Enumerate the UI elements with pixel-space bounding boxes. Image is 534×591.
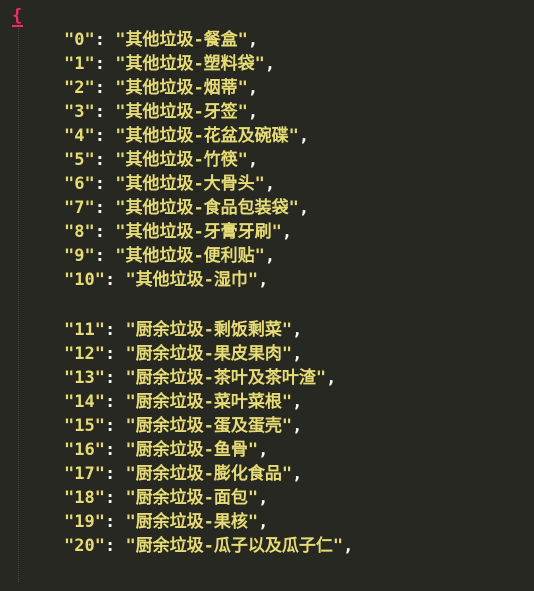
code-line: "20": "厨余垃圾-瓜子以及瓜子仁", (64, 536, 354, 556)
json-value: "其他垃圾-餐盒" (115, 30, 248, 50)
code-line: "4": "其他垃圾-花盆及碗碟", (64, 126, 310, 146)
json-key: "3" (64, 102, 95, 122)
json-key: "1" (64, 54, 95, 74)
json-value: "其他垃圾-塑料袋" (115, 54, 265, 74)
json-key: "9" (64, 246, 95, 266)
json-key: "10" (64, 270, 105, 290)
json-key: "6" (64, 174, 95, 194)
json-key: "2" (64, 78, 95, 98)
code-line: "10": "其他垃圾-湿巾", (64, 270, 269, 290)
json-value: "厨余垃圾-面包" (125, 488, 259, 508)
json-key: "16" (64, 440, 105, 460)
json-key: "4" (64, 126, 95, 146)
json-value: "其他垃圾-竹筷" (115, 150, 248, 170)
json-key: "15" (64, 416, 105, 436)
json-value: "厨余垃圾-蛋及蛋壳" (125, 416, 293, 436)
code-line: "1": "其他垃圾-塑料袋", (64, 54, 276, 74)
json-value: "其他垃圾-牙签" (115, 102, 248, 122)
json-key: "19" (64, 512, 105, 532)
json-value: "其他垃圾-牙膏牙刷" (115, 222, 282, 242)
json-key: "11" (64, 320, 105, 340)
json-key: "17" (64, 464, 105, 484)
json-value: "厨余垃圾-果核" (125, 512, 259, 532)
code-line: "8": "其他垃圾-牙膏牙刷", (64, 222, 293, 242)
json-key: "5" (64, 150, 95, 170)
code-line: "18": "厨余垃圾-面包", (64, 488, 269, 508)
json-value: "厨余垃圾-菜叶菜根" (125, 392, 293, 412)
code-line: "6": "其他垃圾-大骨头", (64, 174, 276, 194)
json-value: "其他垃圾-大骨头" (115, 174, 265, 194)
json-value: "厨余垃圾-鱼骨" (125, 440, 259, 460)
code-line: "14": "厨余垃圾-菜叶菜根", (64, 392, 303, 412)
json-key: "7" (64, 198, 95, 218)
json-value: "厨余垃圾-瓜子以及瓜子仁" (125, 536, 344, 556)
json-value: "厨余垃圾-膨化食品" (125, 464, 293, 484)
json-key: "20" (64, 536, 105, 556)
code-line: "11": "厨余垃圾-剩饭剩菜", (64, 320, 303, 340)
code-line: "9": "其他垃圾-便利贴", (64, 246, 276, 266)
code-line: "15": "厨余垃圾-蛋及蛋壳", (64, 416, 303, 436)
code-line: "7": "其他垃圾-食品包装袋", (64, 198, 310, 218)
json-key: "0" (64, 30, 95, 50)
code-line: "19": "厨余垃圾-果核", (64, 512, 269, 532)
json-value: "其他垃圾-湿巾" (125, 270, 259, 290)
code-line: "5": "其他垃圾-竹筷", (64, 150, 259, 170)
code-line: "13": "厨余垃圾-茶叶及茶叶渣", (64, 368, 337, 388)
code-line: "3": "其他垃圾-牙签", (64, 102, 259, 122)
code-line: "12": "厨余垃圾-果皮果肉", (64, 344, 303, 364)
json-key: "8" (64, 222, 95, 242)
code-line: "16": "厨余垃圾-鱼骨", (64, 440, 269, 460)
json-value: "其他垃圾-便利贴" (115, 246, 265, 266)
json-key: "13" (64, 368, 105, 388)
json-key: "18" (64, 488, 105, 508)
json-value: "厨余垃圾-茶叶及茶叶渣" (125, 368, 327, 388)
json-value: "其他垃圾-花盆及碗碟" (115, 126, 299, 146)
json-value: "其他垃圾-烟蒂" (115, 78, 248, 98)
code-line: "2": "其他垃圾-烟蒂", (64, 78, 259, 98)
json-key: "12" (64, 344, 105, 364)
json-value: "厨余垃圾-剩饭剩菜" (125, 320, 293, 340)
json-key: "14" (64, 392, 105, 412)
json-value: "其他垃圾-食品包装袋" (115, 198, 299, 218)
bracket-match-underline (12, 25, 23, 27)
code-line: "17": "厨余垃圾-膨化食品", (64, 464, 303, 484)
code-editor[interactable]: { "0": "其他垃圾-餐盒", "1": "其他垃圾-塑料袋", "2": … (0, 0, 534, 591)
json-value: "厨余垃圾-果皮果肉" (125, 344, 293, 364)
code-line: "0": "其他垃圾-餐盒", (64, 30, 259, 50)
indent-guide (18, 28, 19, 582)
